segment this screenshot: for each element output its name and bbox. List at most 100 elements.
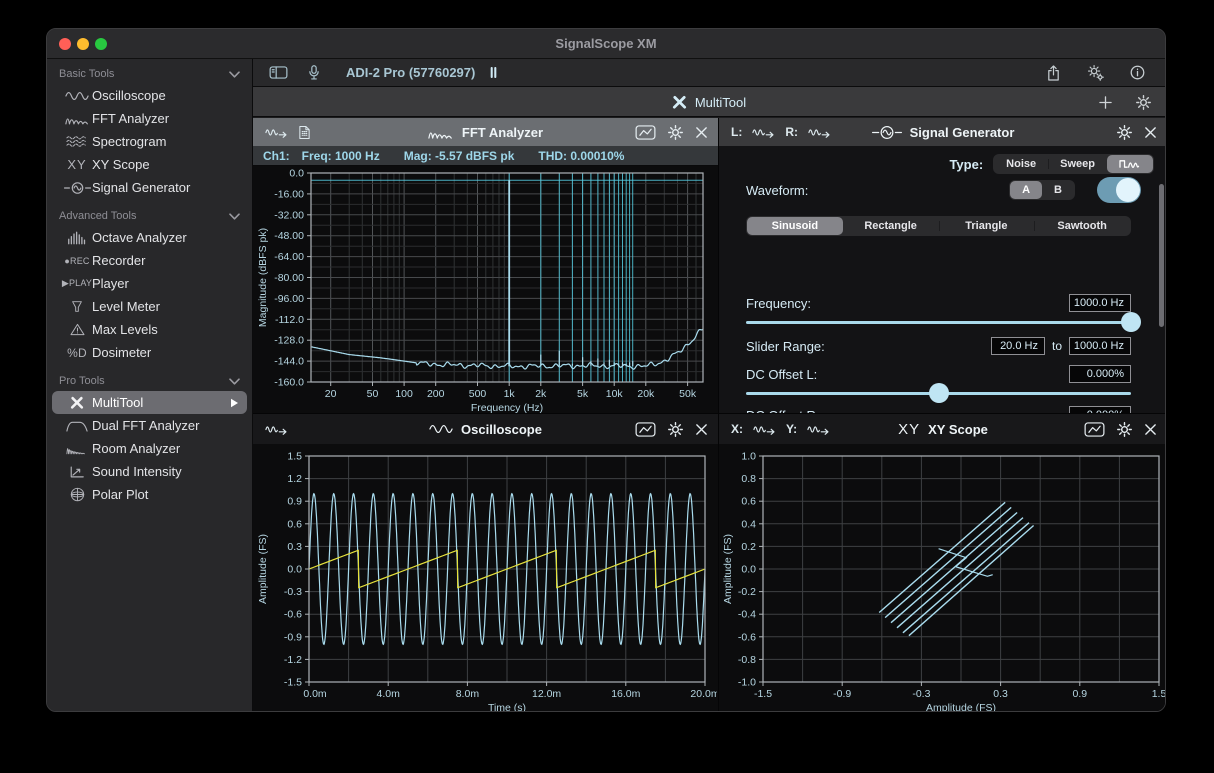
add-tab-icon[interactable]	[1099, 96, 1112, 109]
dosimeter-icon: %D	[62, 346, 92, 360]
sidebar-item-signal-generator[interactable]: Signal Generator	[52, 176, 247, 199]
sidebar-item-player[interactable]: ▶PLAYPlayer	[52, 272, 247, 295]
signal-generator-icon	[62, 182, 92, 194]
sidebar-item-label: Octave Analyzer	[92, 230, 187, 245]
range-to-field[interactable]: 1000.0 Hz	[1069, 337, 1131, 355]
segment-a[interactable]: A	[1010, 181, 1042, 199]
svg-text:8.0m: 8.0m	[456, 688, 480, 700]
snapshot-file-icon[interactable]	[298, 125, 311, 140]
sidebar-item-spectrogram[interactable]: Spectrogram	[52, 130, 247, 153]
xy-chart-style-icon[interactable]	[1084, 422, 1105, 437]
info-icon[interactable]	[1130, 65, 1145, 80]
chevron-down-icon[interactable]	[229, 213, 240, 220]
sidebar-item-dosimeter[interactable]: %DDosimeter	[52, 341, 247, 364]
sidebar-item-multitool[interactable]: MultiTool	[52, 391, 247, 414]
range-from-field[interactable]: 20.0 Hz	[991, 337, 1045, 355]
fft-settings-icon[interactable]	[668, 125, 683, 140]
dc-offset-l-slider-thumb[interactable]	[929, 383, 949, 403]
dc-offset-l-field[interactable]: 0.000%	[1069, 365, 1131, 383]
oscilloscope-settings-icon[interactable]	[668, 422, 683, 437]
svg-text:1.5: 1.5	[287, 451, 302, 463]
segment-waveform-type-icon[interactable]	[1107, 155, 1153, 173]
svg-text:-1.2: -1.2	[284, 654, 302, 666]
svg-text:20: 20	[325, 388, 337, 400]
sidebar-item-fft-analyzer[interactable]: FFT Analyzer	[52, 107, 247, 130]
dc-offset-r-field[interactable]: 0.000%	[1069, 406, 1131, 414]
segment-noise[interactable]: Noise	[994, 155, 1048, 173]
sidebar-item-recorder[interactable]: ●RECRecorder	[52, 249, 247, 272]
frequency-value-field[interactable]: 1000.0 Hz	[1069, 294, 1131, 312]
sidebar-item-max-levels[interactable]: Max Levels	[52, 318, 247, 341]
svg-text:-0.9: -0.9	[284, 631, 302, 643]
svg-text:12.0m: 12.0m	[532, 688, 561, 700]
svg-text:1k: 1k	[504, 388, 516, 400]
sidebar-item-polar-plot[interactable]: Polar Plot	[52, 483, 247, 506]
left-output-signal-icon[interactable]	[752, 127, 775, 138]
svg-text:0.3: 0.3	[993, 688, 1008, 700]
sound-intensity-icon	[62, 465, 92, 479]
recorder-icon: ●REC	[62, 256, 92, 266]
pause-icon[interactable]	[489, 67, 498, 78]
frequency-slider-thumb[interactable]	[1121, 312, 1141, 332]
octave-analyzer-icon	[62, 231, 92, 245]
signal-generator-scrollbar[interactable]	[1159, 184, 1164, 327]
chart-style-icon[interactable]	[635, 125, 656, 140]
oscilloscope-title: Oscilloscope	[461, 422, 542, 437]
sidebar-item-label: Max Levels	[92, 322, 158, 337]
segment-rectangle[interactable]: Rectangle	[843, 217, 939, 235]
x-input-signal-icon[interactable]	[753, 424, 776, 435]
sidebar-toggle-icon[interactable]	[269, 66, 288, 79]
xy-settings-icon[interactable]	[1117, 422, 1132, 437]
level-meter-icon	[62, 300, 92, 313]
xy-scope-header: X: Y: XY XY Scope	[719, 414, 1166, 444]
segment-sawtooth[interactable]: Sawtooth	[1034, 217, 1130, 235]
sidebar-item-label: Recorder	[92, 253, 145, 268]
sidebar-item-level-meter[interactable]: Level Meter	[52, 295, 247, 318]
sidebar-item-xy-scope[interactable]: XYXY Scope	[52, 153, 247, 176]
right-output-signal-icon[interactable]	[808, 127, 831, 138]
oscilloscope-chart-style-icon[interactable]	[635, 422, 656, 437]
svg-text:-0.3: -0.3	[912, 688, 930, 700]
sidebar-item-octave-analyzer[interactable]: Octave Analyzer	[52, 226, 247, 249]
chevron-down-icon[interactable]	[229, 71, 240, 78]
frequency-slider[interactable]	[746, 312, 1131, 332]
signal-generator-close-icon[interactable]	[1144, 126, 1157, 139]
frequency-slider-track[interactable]	[746, 321, 1131, 324]
svg-text:1.0: 1.0	[741, 451, 756, 463]
sidebar-item-label: Oscilloscope	[92, 88, 166, 103]
tab-settings-icon[interactable]	[1136, 95, 1151, 110]
tab-multitool[interactable]: MultiTool	[253, 87, 1165, 117]
sidebar-section-basic-tools[interactable]: Basic Tools	[47, 64, 252, 84]
gears-icon[interactable]	[1087, 64, 1104, 81]
svg-text:-0.8: -0.8	[738, 654, 756, 666]
segment-triangle[interactable]: Triangle	[939, 217, 1035, 235]
dc-offset-l-slider[interactable]	[746, 383, 1131, 403]
running-indicator-icon	[230, 398, 239, 408]
segment-sinusoid[interactable]: Sinusoid	[747, 217, 843, 235]
segment-sweep[interactable]: Sweep	[1048, 155, 1107, 173]
fft-close-icon[interactable]	[695, 126, 708, 139]
microphone-icon[interactable]	[308, 65, 320, 81]
oscilloscope-input-icon[interactable]	[265, 424, 288, 435]
share-icon[interactable]	[1046, 65, 1061, 81]
chevron-down-icon[interactable]	[229, 378, 240, 385]
toggle-knob	[1116, 178, 1140, 202]
x-channel-label: X:	[731, 422, 743, 436]
y-input-signal-icon[interactable]	[807, 424, 830, 435]
oscilloscope-close-icon[interactable]	[695, 423, 708, 436]
section-label: Advanced Tools	[59, 210, 136, 222]
sidebar-item-dual-fft-analyzer[interactable]: Dual FFT Analyzer	[52, 414, 247, 437]
xy-close-icon[interactable]	[1144, 423, 1157, 436]
sidebar-item-oscilloscope[interactable]: Oscilloscope	[52, 84, 247, 107]
sidebar-item-sound-intensity[interactable]: Sound Intensity	[52, 460, 247, 483]
sidebar-section-advanced-tools[interactable]: Advanced Tools	[47, 206, 252, 226]
output-enable-toggle[interactable]	[1097, 177, 1141, 203]
svg-text:10k: 10k	[606, 388, 624, 400]
sidebar-section-pro-tools[interactable]: Pro Tools	[47, 371, 252, 391]
panel-signal-generator: L: R: Signal Generator	[719, 118, 1166, 414]
device-label[interactable]: ADI-2 Pro (57760297)	[346, 65, 475, 80]
signal-generator-settings-icon[interactable]	[1117, 125, 1132, 140]
input-signal-icon[interactable]	[265, 127, 288, 138]
sidebar-item-room-analyzer[interactable]: Room Analyzer	[52, 437, 247, 460]
segment-b[interactable]: B	[1042, 181, 1074, 199]
